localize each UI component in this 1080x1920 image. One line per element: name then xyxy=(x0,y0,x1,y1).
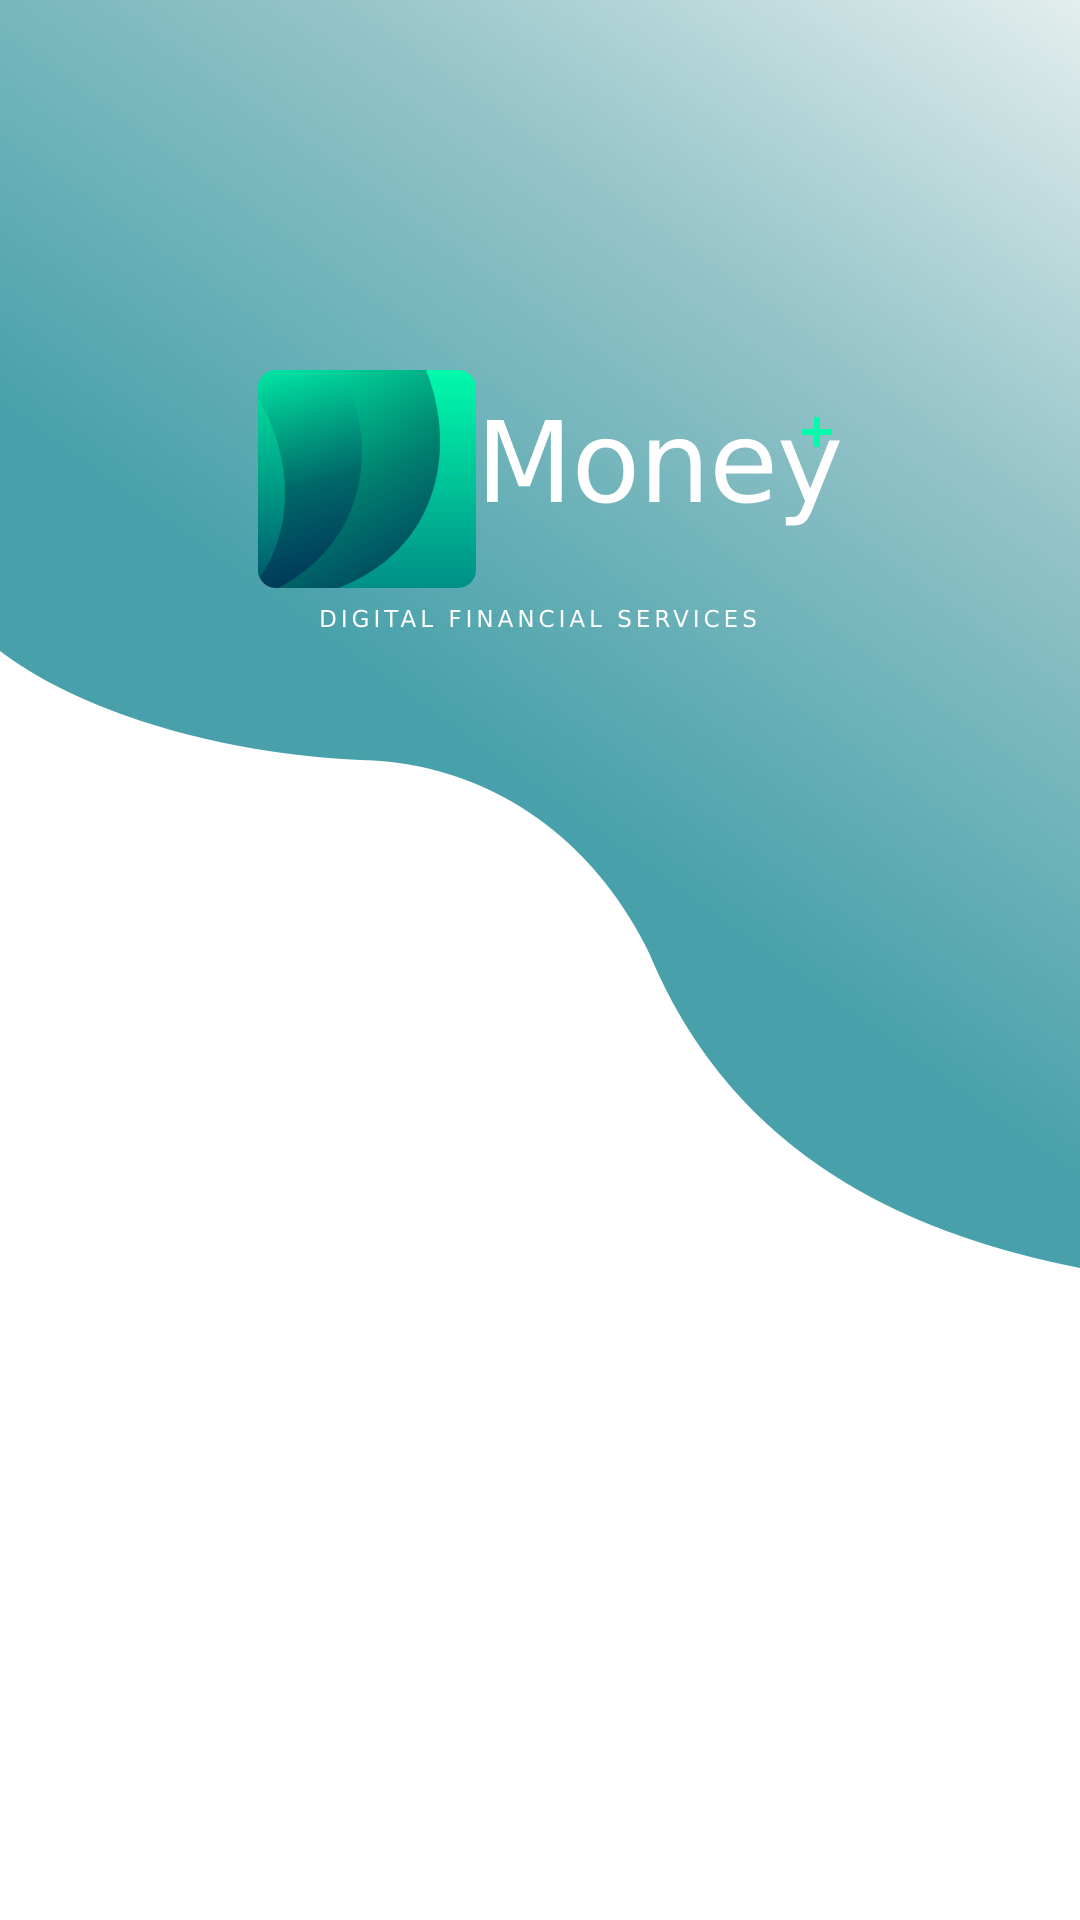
wordmark: Money xyxy=(476,399,843,548)
splash-screen: Money DIGITAL FINANCIAL SERVICES xyxy=(0,0,1080,1920)
plus-icon xyxy=(802,417,832,447)
layered-waves-logo-icon xyxy=(258,370,476,588)
brand-tagline: DIGITAL FINANCIAL SERVICES xyxy=(319,607,761,633)
brand-name: Money xyxy=(476,399,843,529)
wave-background xyxy=(0,0,1080,1268)
